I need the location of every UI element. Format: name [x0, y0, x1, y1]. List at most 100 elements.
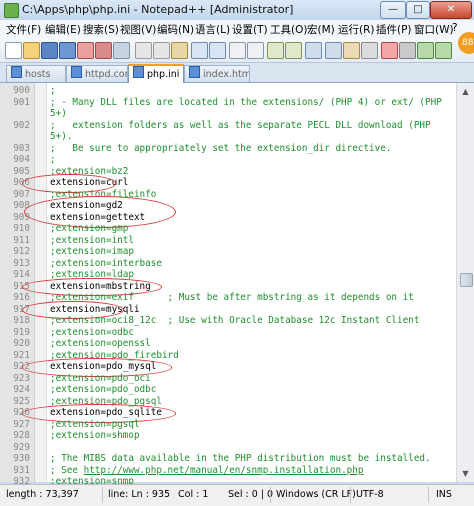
- line-number: 922: [13, 361, 30, 372]
- line-number: 915: [13, 280, 30, 292]
- menu-file[interactable]: 文件(F): [6, 22, 41, 37]
- code-text: extension=mysqli: [50, 303, 140, 315]
- code-text: ; - Many DLL files are located in the ex…: [50, 96, 442, 108]
- menu-tools[interactable]: 工具(O): [270, 22, 307, 37]
- undo-icon[interactable]: [191, 42, 208, 59]
- show-all-chars-icon[interactable]: [343, 42, 360, 59]
- line-number: 900: [13, 85, 30, 96]
- close-file-icon[interactable]: [77, 42, 94, 59]
- code-text: ;extension=pdo_oci: [50, 372, 151, 384]
- replace-icon[interactable]: [247, 42, 264, 59]
- line-number: 919: [13, 326, 30, 338]
- editor-area[interactable]: 900; 901 ; - Many DLL files are located in…: [0, 83, 474, 499]
- menu-macro[interactable]: 宏(M): [307, 22, 335, 37]
- tab-php-ini[interactable]: php.ini✕: [128, 64, 184, 83]
- line-number: 908: [13, 200, 30, 211]
- close-button[interactable]: ✕: [430, 1, 472, 19]
- menu-encoding[interactable]: 编码(N): [157, 22, 194, 37]
- open-file-icon[interactable]: [23, 42, 40, 59]
- file-icon: [71, 66, 82, 78]
- tab-bar: hosts httpd.conf php.ini✕ index.html: [0, 63, 474, 83]
- menu-plugins[interactable]: 插件(P): [376, 22, 412, 37]
- status-line: line: Ln : 935: [108, 489, 171, 500]
- code-text: ;extension=pdo_pgsql: [50, 395, 162, 407]
- play-macro-icon[interactable]: [417, 42, 434, 59]
- line-number: 904: [13, 154, 30, 165]
- print-icon[interactable]: [113, 42, 130, 59]
- vertical-scrollbar[interactable]: ▲ ▼: [456, 83, 474, 482]
- code-text: ;: [50, 154, 56, 165]
- paste-icon[interactable]: [171, 42, 188, 59]
- file-icon: [189, 66, 200, 78]
- word-wrap-icon[interactable]: [325, 42, 342, 59]
- indent-guide-icon[interactable]: [361, 42, 378, 59]
- menu-window[interactable]: 窗口(W): [414, 22, 454, 37]
- line-number: 910: [13, 223, 30, 234]
- cut-icon[interactable]: [135, 42, 152, 59]
- line-number: 918: [13, 315, 30, 326]
- tab-hosts[interactable]: hosts: [6, 65, 66, 82]
- menu-settings[interactable]: 设置(T): [232, 22, 268, 37]
- tab-label: httpd.conf: [85, 69, 127, 80]
- status-divider: [350, 487, 351, 503]
- menu-search[interactable]: 搜索(S): [83, 22, 119, 37]
- scroll-thumb[interactable]: [460, 273, 473, 287]
- menu-view[interactable]: 视图(V): [120, 22, 156, 37]
- line-number: 926: [13, 407, 30, 418]
- find-icon[interactable]: [229, 42, 246, 59]
- code-text: ; extension folders as well as the separ…: [50, 119, 431, 131]
- code-text: extension=mbstring: [50, 280, 151, 292]
- line-number: 927: [13, 418, 30, 430]
- code-text: ; Be sure to appropriately set the exten…: [50, 142, 392, 154]
- tab-label: index.html: [203, 69, 250, 80]
- code-text: ;extension=ldap: [50, 269, 134, 280]
- close-all-icon[interactable]: [95, 42, 112, 59]
- status-divider: [102, 487, 103, 503]
- code-text: 5+): [50, 108, 67, 119]
- line-number: 901: [13, 96, 30, 108]
- tab-index-html[interactable]: index.html: [184, 65, 250, 82]
- code-text: extension=pdo_mysql: [50, 361, 157, 372]
- code-text: ;: [50, 85, 56, 96]
- menu-run[interactable]: 运行(R): [338, 22, 375, 37]
- code-text: ;extension=imap: [50, 246, 134, 257]
- code-text: ;extension=exif ; Must be after mbstring…: [50, 292, 414, 303]
- save-icon[interactable]: [41, 42, 58, 59]
- redo-icon[interactable]: [209, 42, 226, 59]
- new-file-icon[interactable]: [5, 42, 22, 59]
- line-number: 903: [13, 142, 30, 154]
- stop-macro-icon[interactable]: [399, 42, 416, 59]
- code-text: 5+).: [50, 131, 73, 142]
- line-number: 909: [13, 211, 30, 223]
- scroll-down-icon[interactable]: ▼: [459, 467, 472, 480]
- record-macro-icon[interactable]: [381, 42, 398, 59]
- notification-badge: 88: [458, 32, 474, 54]
- menu-language[interactable]: 语言(L): [195, 22, 230, 37]
- copy-icon[interactable]: [153, 42, 170, 59]
- menu-edit[interactable]: 编辑(E): [45, 22, 81, 37]
- code-text: ;extension=pdo_odbc: [50, 384, 157, 395]
- scroll-up-icon[interactable]: ▲: [459, 85, 472, 98]
- tab-httpd-conf[interactable]: httpd.conf: [66, 65, 128, 82]
- code-text: extension=pdo_sqlite: [50, 407, 162, 418]
- sync-scroll-icon[interactable]: [305, 42, 322, 59]
- code-text: ;extension=openssl: [50, 338, 151, 349]
- menu-help[interactable]: ?: [452, 22, 458, 34]
- run-macro-multiple-icon[interactable]: [435, 42, 452, 59]
- status-mode: INS: [436, 489, 452, 500]
- line-number: 902: [13, 119, 30, 131]
- line-number: 931: [13, 464, 30, 476]
- status-col: Col : 1: [178, 489, 209, 500]
- zoom-out-icon[interactable]: [285, 42, 302, 59]
- code-text: ;extension=intl: [50, 234, 134, 246]
- line-number: 906: [13, 177, 30, 188]
- url-link[interactable]: http://www.php.net/manual/en/snmp.instal…: [84, 465, 364, 476]
- code-text: ;extension=bz2: [50, 165, 129, 177]
- tab-label: hosts: [25, 69, 51, 80]
- code-text: ;extension=oci8_12c ; Use with Oracle Da…: [50, 315, 420, 326]
- save-all-icon[interactable]: [59, 42, 76, 59]
- zoom-in-icon[interactable]: [267, 42, 284, 59]
- minimize-button[interactable]: —: [380, 1, 406, 19]
- status-eol: Windows (CR LF): [276, 489, 356, 500]
- maximize-button[interactable]: □: [406, 1, 430, 19]
